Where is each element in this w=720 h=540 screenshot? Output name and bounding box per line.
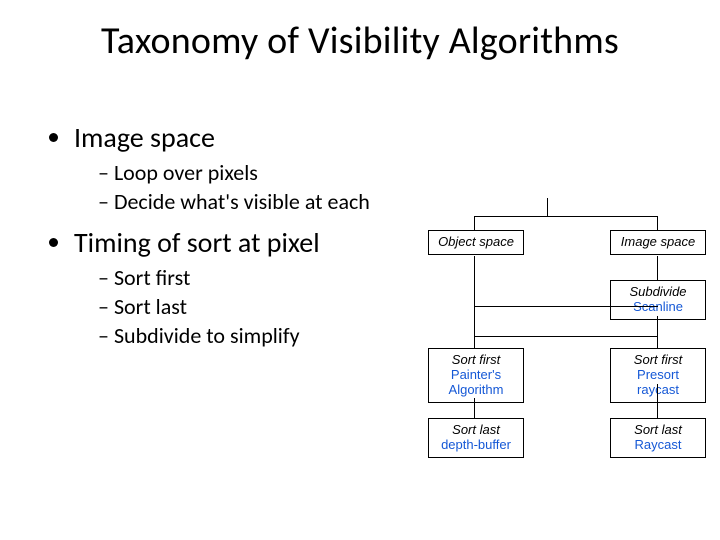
sub-bullet-text: Subdivide to simplify [114,322,300,349]
sub-bullet: Loop over pixels [98,159,678,186]
box-subdivide-scanline: Subdivide Scanline [610,280,706,320]
connector-line [657,216,658,230]
box-sort-last-raycast: Sort last Raycast [610,418,706,458]
box-sort-last-depthbuffer: Sort last depth-buffer [428,418,524,458]
connector-line [474,306,658,307]
box-sort-first-presort: Sort first Presort raycast [610,348,706,403]
box-object-space: Object space [428,230,524,255]
box-algorithm: Presort raycast [617,368,699,398]
taxonomy-diagram: Object space Image space Subdivide Scanl… [382,198,712,478]
connector-line [657,316,658,336]
box-label: Object space [435,235,517,250]
box-image-space: Image space [610,230,706,255]
box-label: Sort last [435,423,517,438]
sub-bullet-text: Loop over pixels [114,159,258,186]
box-algorithm: Scanline [617,300,699,315]
bullet-text: Timing of sort at pixel [74,225,320,260]
box-label: Subdivide [617,285,699,300]
connector-line [474,306,475,348]
sub-bullet-text: Sort first [114,264,190,291]
box-label: Sort first [617,353,699,368]
connector-line [474,216,658,217]
connector-line [474,216,475,230]
slide-title: Taxonomy of Visibility Algorithms [0,18,720,64]
connector-line [474,398,475,418]
connector-line [657,336,658,348]
slide: Taxonomy of Visibility Algorithms Image … [0,0,720,540]
sub-bullet-text: Sort last [114,293,187,320]
box-algorithm: Painter's Algorithm [435,368,517,398]
box-algorithm: Raycast [617,438,699,453]
box-sort-first-painters: Sort first Painter's Algorithm [428,348,524,403]
connector-line [657,256,658,280]
box-label: Image space [617,235,699,250]
connector-line [474,336,658,337]
bullet-text: Image space [74,120,215,155]
connector-line [657,384,658,418]
box-label: Sort first [435,353,517,368]
box-algorithm: depth-buffer [435,438,517,453]
box-label: Sort last [617,423,699,438]
sub-bullet-text: Decide what's visible at each [114,188,370,215]
connector-line [474,256,475,306]
connector-line [547,198,548,216]
